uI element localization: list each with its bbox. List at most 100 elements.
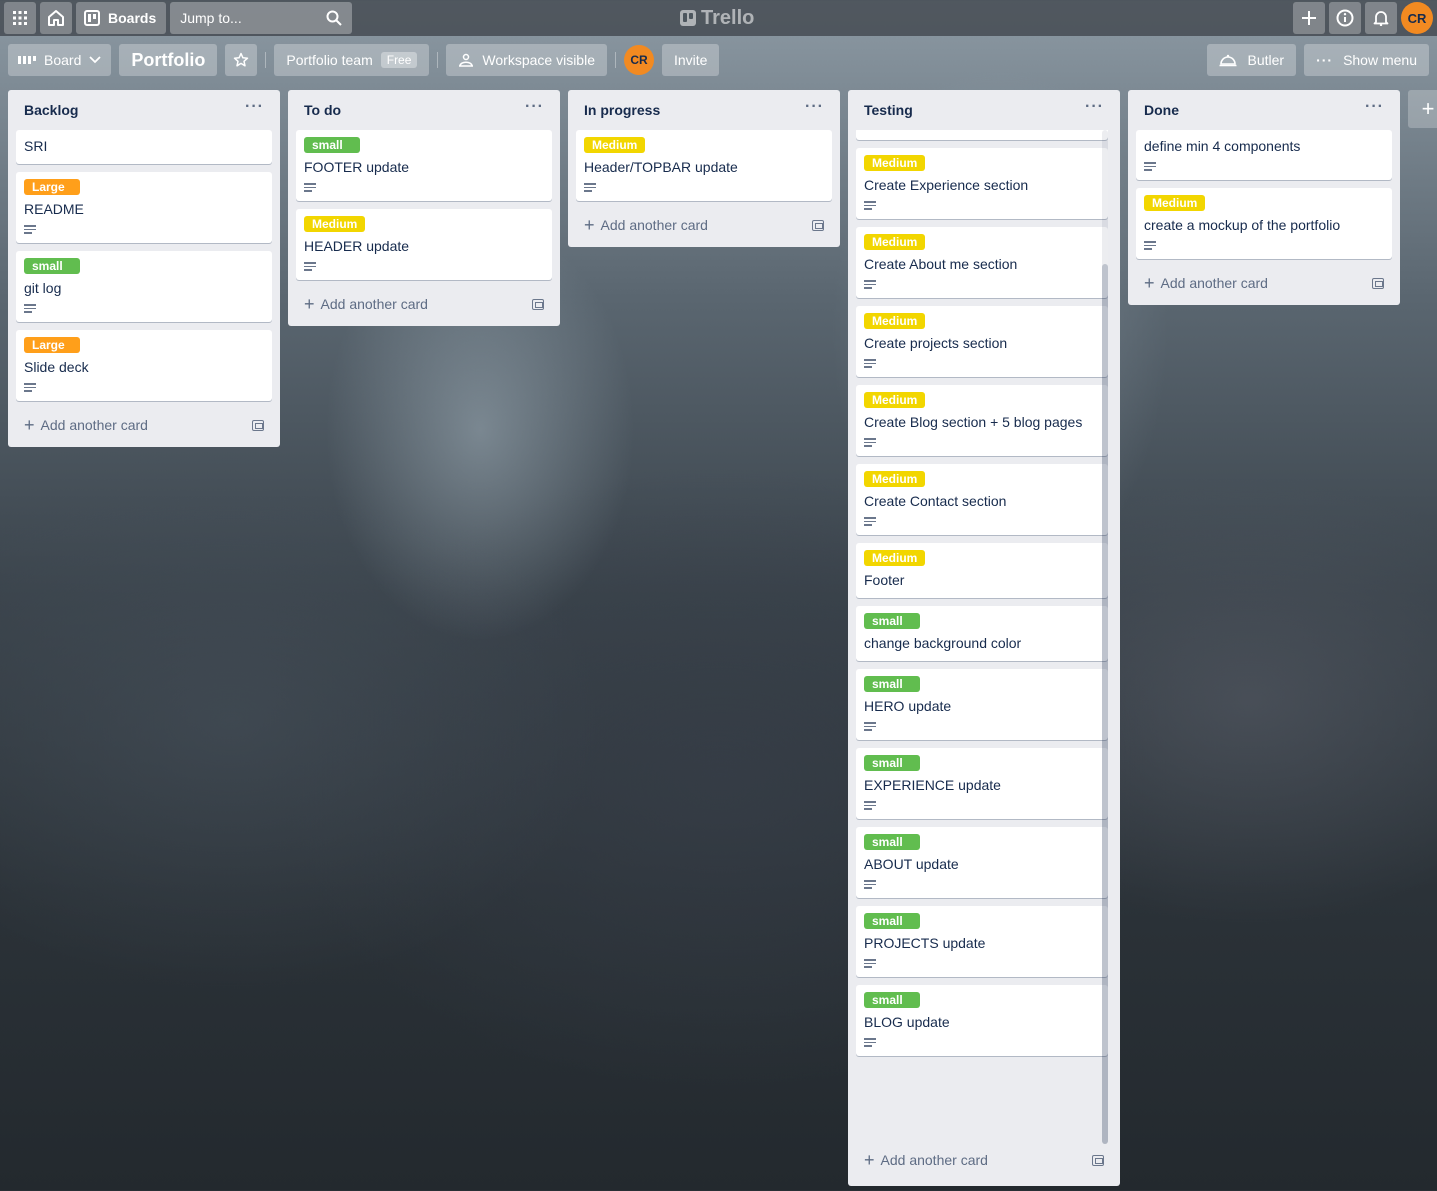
workspace-visible-icon	[459, 53, 474, 67]
boards-label: Boards	[108, 10, 157, 26]
add-card-button[interactable]: + Add another card	[576, 209, 832, 241]
list-title[interactable]: Backlog	[24, 102, 78, 118]
list-header[interactable]: In progress ···	[576, 90, 832, 130]
list-scrollbar[interactable]	[1102, 130, 1108, 1144]
add-card-button[interactable]: + Add another card	[1136, 267, 1392, 299]
list-header[interactable]: To do ···	[296, 90, 552, 130]
scrollbar-thumb[interactable]	[1102, 264, 1108, 1144]
create-button[interactable]	[1293, 2, 1325, 34]
list-title[interactable]: In progress	[584, 102, 660, 118]
info-button[interactable]	[1329, 2, 1361, 34]
description-icon	[584, 183, 596, 193]
team-button[interactable]: Portfolio team Free	[274, 44, 430, 76]
list-title[interactable]: To do	[304, 102, 341, 118]
card-template-icon[interactable]	[812, 219, 824, 231]
show-menu-button[interactable]: ··· Show menu	[1304, 44, 1429, 76]
card[interactable]: small EXPERIENCE update	[856, 748, 1108, 819]
card[interactable]: small change background color	[856, 606, 1108, 661]
notifications-button[interactable]	[1365, 2, 1397, 34]
card[interactable]: small git log	[16, 251, 272, 322]
card-title: Create About me section	[864, 256, 1018, 272]
card-template-icon[interactable]	[532, 298, 544, 310]
divider	[614, 52, 616, 68]
list-title[interactable]: Testing	[864, 102, 913, 118]
card[interactable]: SRI	[16, 130, 272, 164]
list-menu-icon[interactable]: ···	[245, 98, 264, 122]
list-backlog: Backlog ··· SRI Large README small git l…	[8, 90, 280, 447]
apps-grid-icon	[13, 11, 27, 25]
card[interactable]: small FOOTER update	[296, 130, 552, 201]
card-label: small	[864, 992, 920, 1008]
description-icon	[304, 262, 316, 272]
trello-logo[interactable]: Trello	[680, 6, 754, 30]
card-label: Medium	[864, 313, 926, 329]
list-header[interactable]: Done ···	[1136, 90, 1392, 130]
search-placeholder: Jump to...	[180, 10, 242, 26]
card-label: Medium	[584, 137, 646, 153]
card[interactable]: Medium Footer	[856, 543, 1108, 598]
list-header[interactable]: Backlog ···	[16, 90, 272, 130]
card[interactable]: Medium Header/TOPBAR update	[576, 130, 832, 201]
star-icon	[234, 52, 249, 67]
card[interactable]: small HERO update	[856, 669, 1108, 740]
visibility-button[interactable]: Workspace visible	[446, 44, 607, 76]
list-to-do: To do ··· small FOOTER update Medium HEA…	[288, 90, 560, 326]
view-switcher-button[interactable]: Board	[8, 44, 112, 76]
card[interactable]: define min 4 components	[1136, 130, 1392, 180]
member-avatar[interactable]: CR	[623, 45, 654, 75]
card-title: Create Blog section + 5 blog pages	[864, 414, 1083, 430]
card-label: Medium	[304, 216, 366, 232]
card[interactable]: small ABOUT update	[856, 827, 1108, 898]
card-list: define min 4 components Medium create a …	[1136, 130, 1392, 259]
more-icon: ···	[1316, 52, 1334, 68]
card-template-icon[interactable]	[252, 419, 264, 431]
card-title: ABOUT update	[864, 856, 959, 872]
card[interactable]: Medium HEADER update	[296, 209, 552, 280]
add-card-button[interactable]: + Add another card	[296, 288, 552, 320]
home-button[interactable]	[40, 2, 72, 34]
card-partial[interactable]	[856, 130, 1108, 140]
card-template-icon[interactable]	[1092, 1154, 1104, 1166]
butler-label: Butler	[1247, 52, 1285, 68]
card[interactable]: Medium Create Experience section	[856, 148, 1108, 219]
card[interactable]: small BLOG update	[856, 985, 1108, 1056]
add-card-button[interactable]: + Add another card	[856, 1144, 1112, 1176]
add-card-button[interactable]: + Add another card	[16, 409, 272, 441]
card-title: git log	[24, 280, 62, 296]
butler-button[interactable]: Butler	[1207, 44, 1297, 76]
card[interactable]: Large README	[16, 172, 272, 243]
list-menu-icon[interactable]: ···	[1365, 98, 1384, 122]
plus-icon: +	[584, 215, 595, 235]
star-button[interactable]	[225, 44, 258, 76]
description-icon	[864, 722, 876, 732]
add-list-button[interactable]: +	[1408, 90, 1437, 128]
list-title[interactable]: Done	[1144, 102, 1179, 118]
card[interactable]: Medium create a mockup of the portfolio	[1136, 188, 1392, 259]
card[interactable]: Medium Create Blog section + 5 blog page…	[856, 385, 1108, 456]
boards-button[interactable]: Boards	[76, 2, 167, 34]
show-menu-label: Show menu	[1343, 52, 1417, 68]
board-title[interactable]: Portfolio	[119, 44, 218, 76]
card-template-icon[interactable]	[1372, 277, 1384, 289]
card-title: change background color	[864, 635, 1022, 651]
card[interactable]: Medium Create Contact section	[856, 464, 1108, 535]
apps-grid-button[interactable]	[4, 2, 36, 34]
card-title: HEADER update	[304, 238, 410, 254]
card[interactable]: small PROJECTS update	[856, 906, 1108, 977]
card-title: PROJECTS update	[864, 935, 986, 951]
list-menu-icon[interactable]: ···	[805, 98, 824, 122]
card[interactable]: Large Slide deck	[16, 330, 272, 401]
invite-button[interactable]: Invite	[661, 44, 720, 76]
list-menu-icon[interactable]: ···	[1085, 98, 1104, 122]
card-title: define min 4 components	[1144, 138, 1301, 154]
board-view-icon	[18, 56, 36, 64]
add-card-label: Add another card	[320, 296, 428, 312]
card-title: create a mockup of the portfolio	[1144, 217, 1341, 233]
user-avatar[interactable]: CR	[1401, 2, 1433, 34]
card[interactable]: Medium Create About me section	[856, 227, 1108, 298]
search-input[interactable]: Jump to...	[170, 2, 353, 34]
card[interactable]: Medium Create projects section	[856, 306, 1108, 377]
list-menu-icon[interactable]: ···	[525, 98, 544, 122]
list-header[interactable]: Testing ···	[856, 90, 1112, 130]
home-icon	[48, 10, 64, 26]
